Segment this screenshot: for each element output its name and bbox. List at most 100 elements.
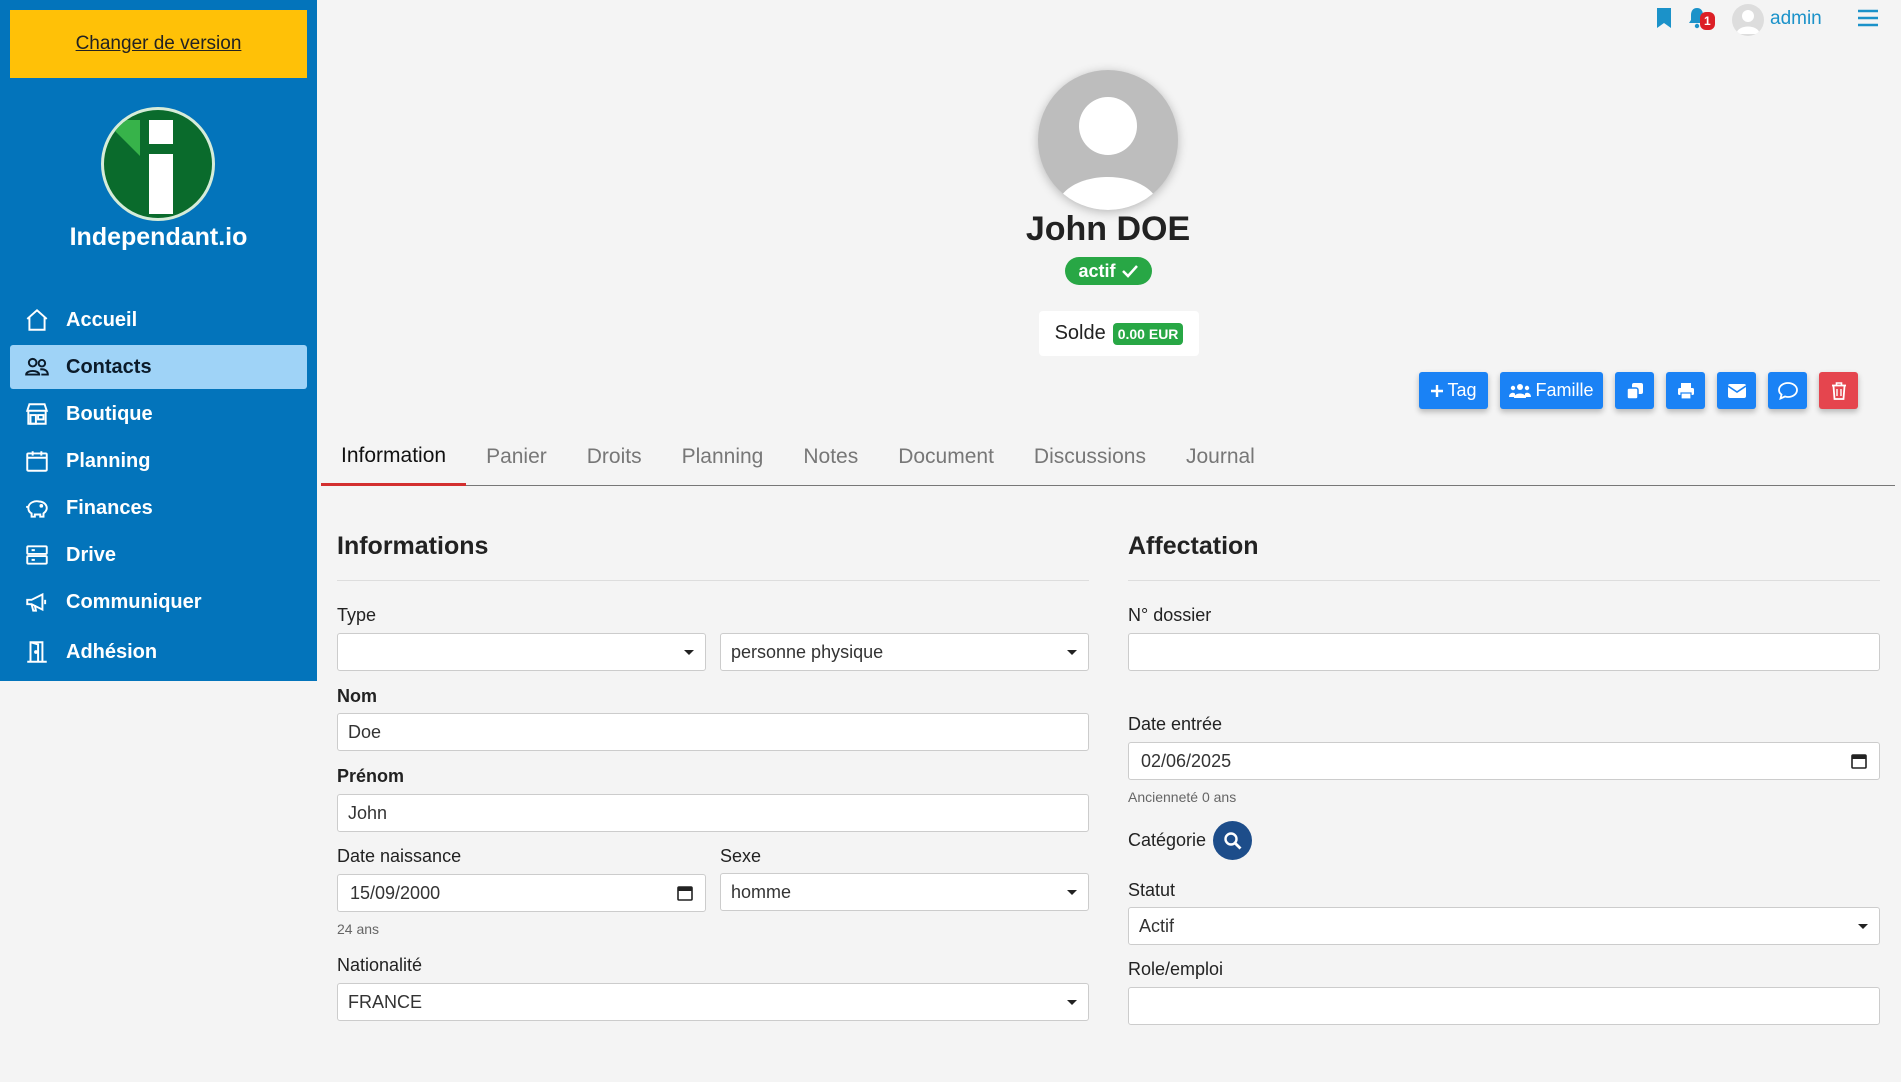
nom-field[interactable]: Doe (337, 713, 1089, 751)
sidebar-item-boutique[interactable]: Boutique (10, 392, 307, 436)
sidebar-item-finances[interactable]: Finances (10, 486, 307, 530)
tab-information[interactable]: Information (321, 428, 467, 486)
brand-name: Independant.io (69, 223, 248, 251)
type-label: Type (337, 605, 377, 625)
tab-document[interactable]: Document (878, 428, 1014, 486)
status-label: actif (1078, 260, 1116, 281)
contact-name: John DOE (1025, 210, 1191, 248)
type-select[interactable] (337, 633, 706, 671)
family-icon (1509, 383, 1532, 398)
sidebar-item-drive[interactable]: Drive (10, 533, 307, 577)
plus-icon (1431, 384, 1444, 397)
affectation-divider (1128, 580, 1880, 581)
copy-icon (1625, 382, 1643, 400)
subtype-select[interactable]: personne physique (720, 633, 1089, 671)
date-entree-label: Date entrée (1128, 714, 1223, 734)
email-button[interactable] (1717, 372, 1756, 409)
sexe-value: homme (731, 881, 792, 902)
chevron-down-icon (1067, 650, 1077, 655)
sidebar-item-label: Boutique (66, 402, 153, 425)
balance-label: Solde (1054, 322, 1106, 344)
nationalite-select[interactable]: FRANCE (337, 983, 1089, 1021)
calendar-icon[interactable] (1851, 753, 1867, 769)
megaphone-icon (26, 592, 47, 612)
status-badge: actif (1065, 257, 1152, 285)
prenom-label: Prénom (337, 766, 405, 786)
sidebar-item-label: Contacts (66, 355, 152, 378)
prenom-field[interactable]: John (337, 794, 1089, 832)
tab-panier[interactable]: Panier (466, 428, 567, 486)
store-icon (25, 403, 49, 425)
informations-divider (337, 580, 1089, 581)
print-button[interactable] (1666, 372, 1705, 409)
brand-logo (101, 107, 215, 221)
menu-icon[interactable] (1857, 8, 1879, 33)
door-icon (27, 641, 47, 663)
sexe-select[interactable]: homme (720, 873, 1089, 911)
famille-label: Famille (1535, 380, 1594, 400)
sexe-label: Sexe (720, 846, 762, 866)
chevron-down-icon (1067, 890, 1077, 895)
anciennete-text: Ancienneté 0 ans (1128, 789, 1237, 805)
statut-select[interactable]: Actif (1128, 907, 1880, 945)
sidebar-item-adhesion[interactable]: Adhésion (10, 630, 307, 674)
bookmark-icon[interactable] (1655, 7, 1673, 34)
sidebar-item-accueil[interactable]: Accueil (10, 298, 307, 342)
chevron-down-icon (1858, 924, 1868, 929)
date-entree-value: 02/06/2025 (1141, 750, 1232, 771)
date-naissance-label: Date naissance (337, 846, 462, 866)
categorie-search-button[interactable] (1213, 821, 1252, 860)
dossier-label: N° dossier (1128, 605, 1212, 625)
notification-count-badge: 1 (1700, 12, 1715, 30)
tab-planning[interactable]: Planning (662, 428, 784, 486)
balance-box: Solde 0.00 EUR (1039, 311, 1199, 356)
tab-journal[interactable]: Journal (1166, 428, 1275, 486)
action-toolbar: Tag Famille (1407, 372, 1858, 409)
tab-discussions[interactable]: Discussions (1014, 428, 1166, 486)
sidebar-item-communiquer[interactable]: Communiquer (10, 580, 307, 624)
dossier-field[interactable] (1128, 633, 1880, 671)
user-name[interactable]: admin (1770, 8, 1822, 30)
informations-title: Informations (337, 532, 489, 560)
message-button[interactable] (1768, 372, 1807, 409)
role-field[interactable] (1128, 987, 1880, 1025)
tab-droits[interactable]: Droits (567, 428, 662, 486)
affectation-title: Affectation (1128, 532, 1259, 560)
check-icon (1121, 265, 1138, 278)
sidebar-item-label: Finances (66, 496, 153, 519)
sidebar-item-planning[interactable]: Planning (10, 439, 307, 483)
sidebar: Changer de version Independant.io Accuei… (0, 0, 317, 681)
statut-label: Statut (1128, 880, 1176, 900)
add-tag-label: Tag (1447, 380, 1477, 400)
avatar[interactable] (1732, 4, 1764, 36)
sidebar-item-contacts[interactable]: Contacts (10, 345, 307, 389)
nationalite-label: Nationalité (337, 955, 423, 975)
duplicate-button[interactable] (1615, 372, 1654, 409)
chevron-down-icon (1067, 1000, 1077, 1005)
sidebar-item-label: Adhésion (66, 640, 158, 663)
piggy-bank-icon (26, 500, 48, 518)
nom-label: Nom (337, 686, 377, 706)
subtype-select-value: personne physique (731, 641, 884, 662)
date-entree-field[interactable]: 02/06/2025 (1128, 742, 1880, 780)
nom-value: Doe (348, 721, 382, 742)
role-label: Role/emploi (1128, 959, 1224, 979)
add-tag-button[interactable]: Tag (1419, 372, 1488, 409)
date-naissance-field[interactable]: 15/09/2000 (337, 874, 706, 912)
nationalite-value: FRANCE (348, 991, 423, 1012)
date-naissance-value: 15/09/2000 (350, 882, 441, 903)
famille-button[interactable]: Famille (1500, 372, 1603, 409)
sidebar-nav: Accueil Contacts Boutique Planning Finan… (10, 298, 307, 677)
statut-value: Actif (1139, 915, 1175, 936)
server-icon (26, 545, 48, 565)
categorie-label: Catégorie (1128, 830, 1207, 850)
calendar-icon[interactable] (677, 885, 693, 901)
change-version-button[interactable]: Changer de version (10, 10, 307, 78)
delete-button[interactable] (1819, 372, 1858, 409)
profile-photo[interactable] (1038, 70, 1178, 210)
envelope-icon (1727, 383, 1746, 398)
chat-bubble-icon (1777, 381, 1798, 400)
tab-notes[interactable]: Notes (783, 428, 878, 486)
prenom-value: John (348, 802, 388, 823)
sidebar-item-label: Communiquer (66, 590, 202, 613)
